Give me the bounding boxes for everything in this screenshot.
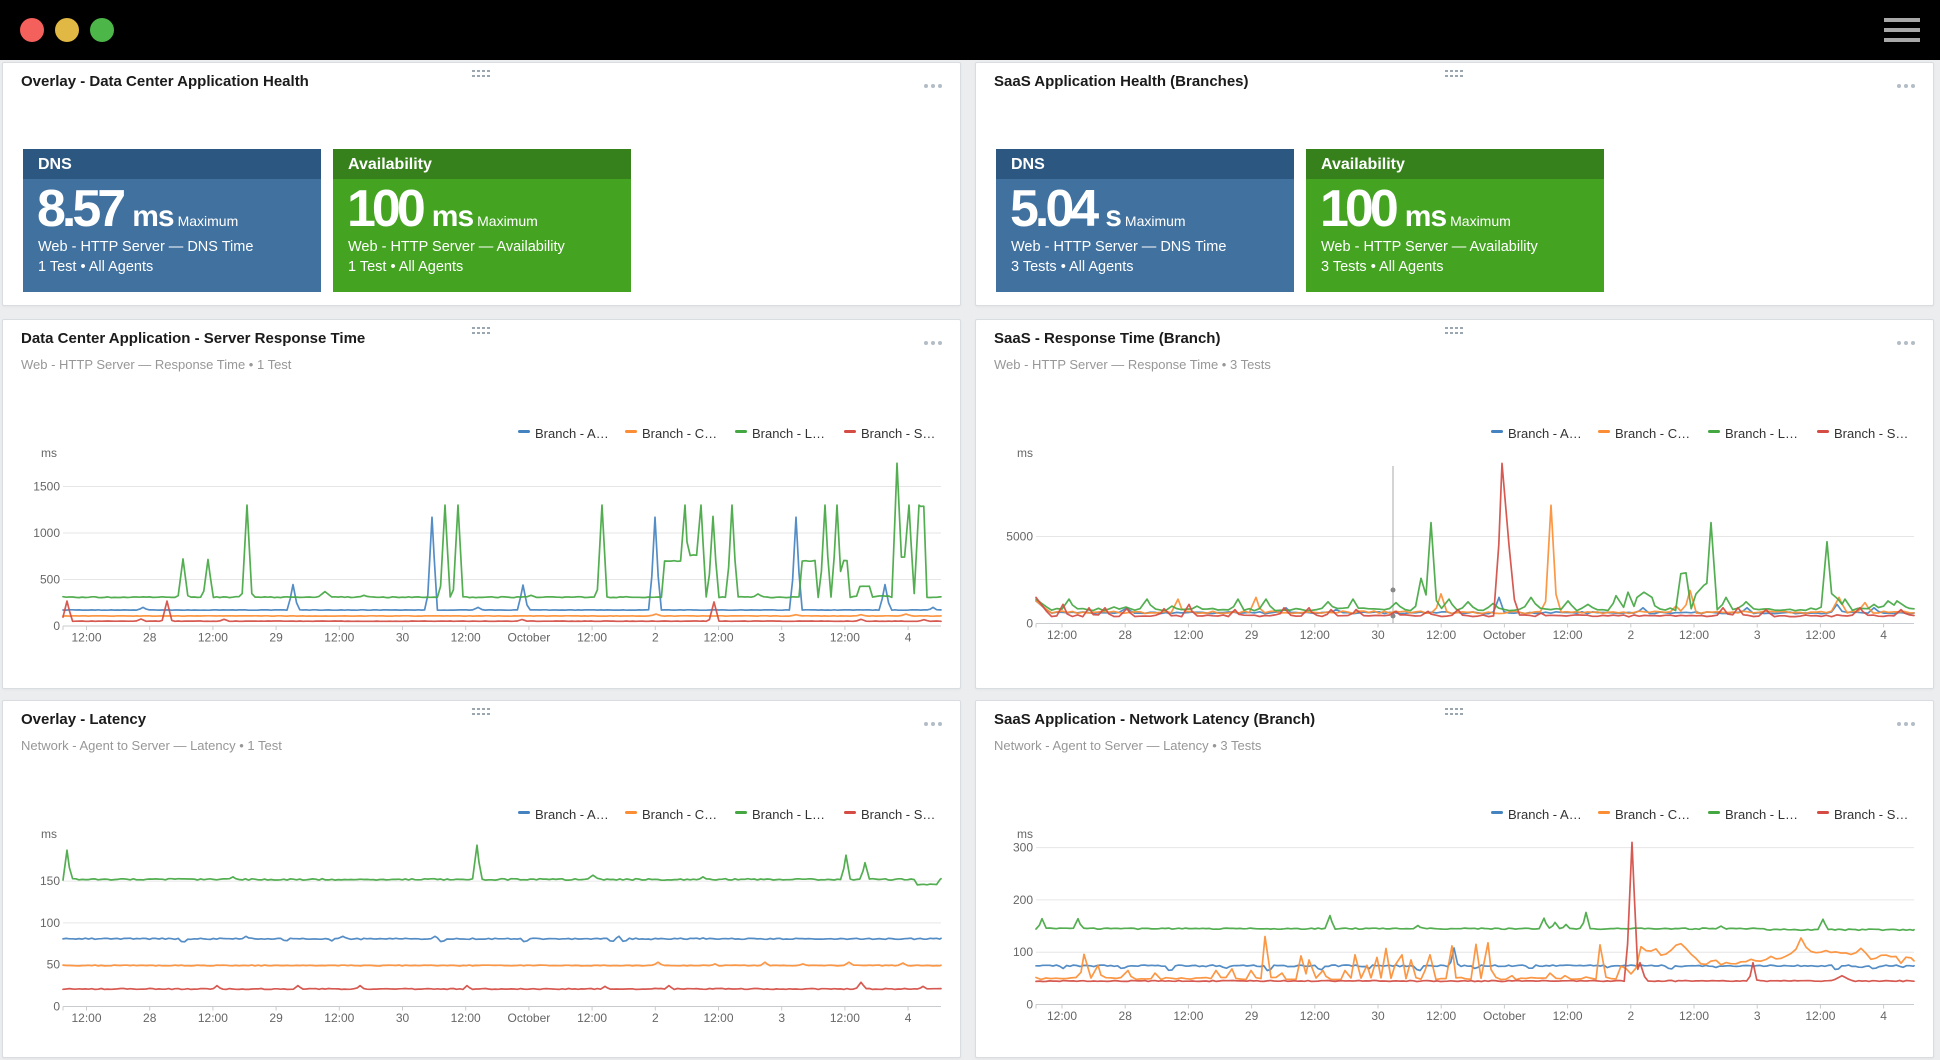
svg-text:29: 29 xyxy=(1245,628,1259,642)
svg-text:12:00: 12:00 xyxy=(1173,628,1203,642)
svg-text:29: 29 xyxy=(1245,1009,1259,1023)
svg-text:30: 30 xyxy=(1371,628,1385,642)
svg-text:12:00: 12:00 xyxy=(1805,1009,1835,1023)
svg-text:12:00: 12:00 xyxy=(71,631,101,645)
svg-text:30: 30 xyxy=(396,631,410,645)
svg-text:30: 30 xyxy=(1371,1009,1385,1023)
svg-text:12:00: 12:00 xyxy=(703,1011,733,1025)
svg-text:28: 28 xyxy=(143,1011,157,1025)
svg-text:50: 50 xyxy=(47,958,61,972)
svg-text:100: 100 xyxy=(1013,945,1033,959)
svg-text:12:00: 12:00 xyxy=(324,1011,354,1025)
svg-text:3: 3 xyxy=(778,631,785,645)
svg-text:29: 29 xyxy=(269,1011,283,1025)
svg-text:October: October xyxy=(508,631,551,645)
svg-text:2: 2 xyxy=(1627,1009,1634,1023)
svg-text:300: 300 xyxy=(1013,841,1033,855)
svg-text:12:00: 12:00 xyxy=(451,631,481,645)
svg-text:12:00: 12:00 xyxy=(1047,1009,1077,1023)
svg-text:ms: ms xyxy=(1017,446,1033,460)
svg-text:4: 4 xyxy=(1880,1009,1887,1023)
svg-text:October: October xyxy=(1483,628,1526,642)
svg-text:ms: ms xyxy=(41,827,57,841)
svg-text:2: 2 xyxy=(652,1011,659,1025)
svg-text:28: 28 xyxy=(1119,1009,1133,1023)
svg-text:12:00: 12:00 xyxy=(1047,628,1077,642)
svg-text:12:00: 12:00 xyxy=(577,1011,607,1025)
svg-text:29: 29 xyxy=(269,631,283,645)
svg-text:0: 0 xyxy=(53,619,60,633)
svg-text:100: 100 xyxy=(40,916,60,930)
svg-text:12:00: 12:00 xyxy=(1426,628,1456,642)
svg-text:1500: 1500 xyxy=(33,480,60,494)
svg-text:500: 500 xyxy=(40,573,60,587)
svg-text:ms: ms xyxy=(1017,827,1033,841)
svg-text:12:00: 12:00 xyxy=(1426,1009,1456,1023)
svg-text:October: October xyxy=(508,1011,551,1025)
svg-text:12:00: 12:00 xyxy=(451,1011,481,1025)
svg-text:0: 0 xyxy=(1026,617,1033,631)
svg-text:12:00: 12:00 xyxy=(577,631,607,645)
svg-text:1000: 1000 xyxy=(33,526,60,540)
svg-text:12:00: 12:00 xyxy=(1173,1009,1203,1023)
svg-text:12:00: 12:00 xyxy=(198,631,228,645)
svg-text:30: 30 xyxy=(396,1011,410,1025)
svg-text:12:00: 12:00 xyxy=(830,1011,860,1025)
svg-text:3: 3 xyxy=(778,1011,785,1025)
svg-text:12:00: 12:00 xyxy=(1300,1009,1330,1023)
svg-text:4: 4 xyxy=(1880,628,1887,642)
svg-text:12:00: 12:00 xyxy=(71,1011,101,1025)
svg-text:12:00: 12:00 xyxy=(1805,628,1835,642)
svg-text:3: 3 xyxy=(1754,1009,1761,1023)
svg-text:200: 200 xyxy=(1013,893,1033,907)
svg-text:5000: 5000 xyxy=(1006,530,1033,544)
svg-text:4: 4 xyxy=(905,1011,912,1025)
svg-text:12:00: 12:00 xyxy=(703,631,733,645)
svg-text:2: 2 xyxy=(1627,628,1634,642)
svg-text:12:00: 12:00 xyxy=(1679,1009,1709,1023)
svg-text:ms: ms xyxy=(41,446,57,460)
svg-text:2: 2 xyxy=(652,631,659,645)
svg-text:0: 0 xyxy=(53,1000,60,1014)
svg-text:12:00: 12:00 xyxy=(1300,628,1330,642)
svg-text:0: 0 xyxy=(1026,998,1033,1012)
svg-text:12:00: 12:00 xyxy=(1679,628,1709,642)
svg-text:October: October xyxy=(1483,1009,1526,1023)
svg-text:150: 150 xyxy=(40,874,60,888)
svg-text:12:00: 12:00 xyxy=(1553,628,1583,642)
svg-text:12:00: 12:00 xyxy=(830,631,860,645)
svg-text:12:00: 12:00 xyxy=(198,1011,228,1025)
svg-text:28: 28 xyxy=(1119,628,1133,642)
svg-text:12:00: 12:00 xyxy=(324,631,354,645)
svg-text:4: 4 xyxy=(905,631,912,645)
svg-text:12:00: 12:00 xyxy=(1553,1009,1583,1023)
svg-text:3: 3 xyxy=(1754,628,1761,642)
svg-text:28: 28 xyxy=(143,631,157,645)
